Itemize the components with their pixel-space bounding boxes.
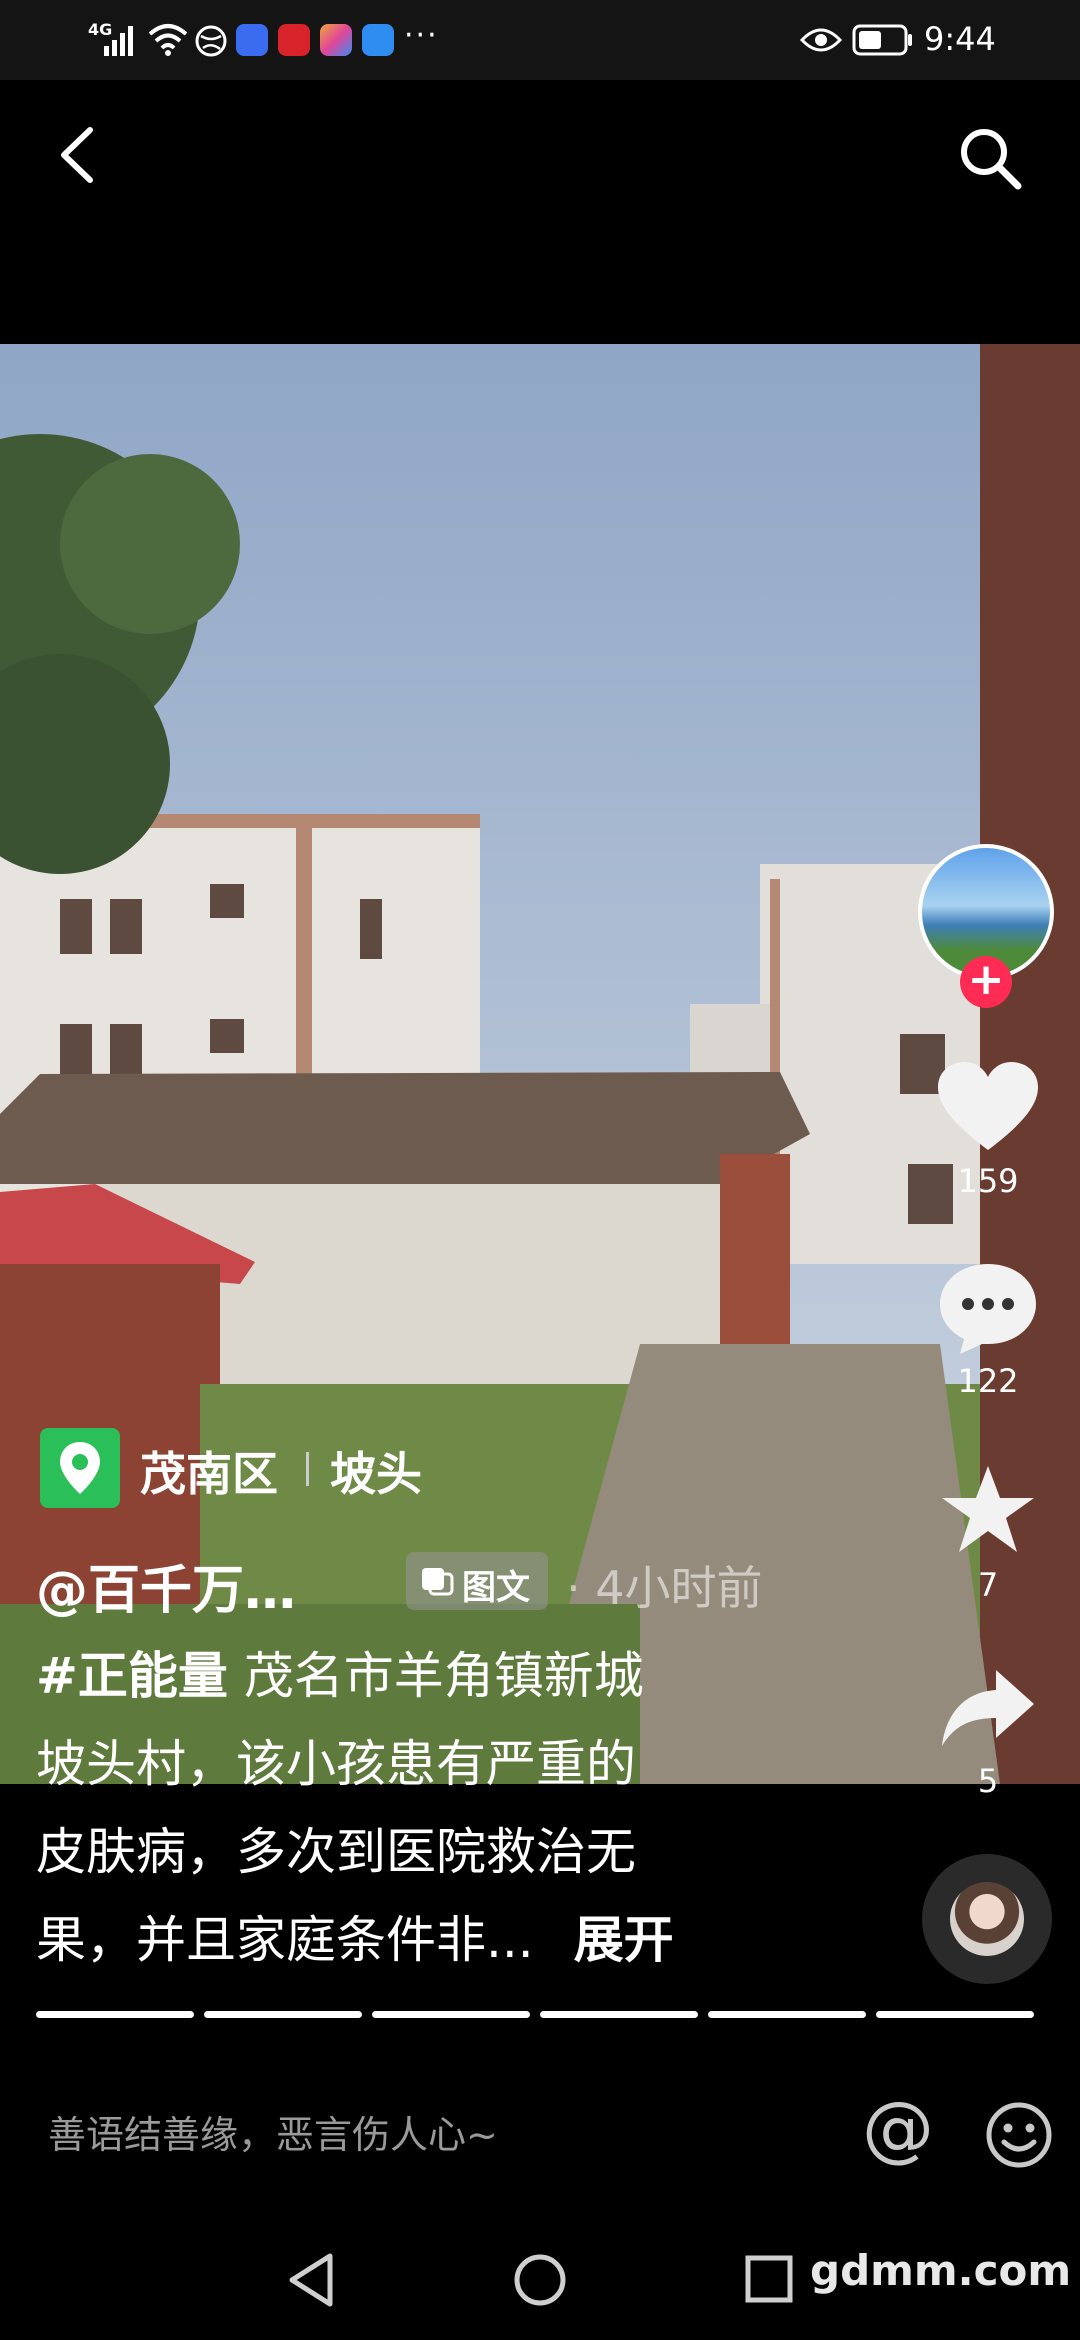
location-divider [306, 1452, 309, 1486]
top-nav [0, 80, 1080, 260]
comment-icon[interactable] [938, 1260, 1038, 1356]
author-name[interactable]: @百千万… [36, 1548, 296, 1623]
mention-button[interactable]: @ [862, 2086, 934, 2170]
favorite-count: 7 [977, 1566, 999, 1604]
heart-icon[interactable] [938, 1062, 1038, 1154]
signal-icon [104, 26, 133, 56]
search-icon[interactable] [956, 124, 1026, 194]
wifi-icon [148, 24, 188, 56]
post-time: · 4小时前 [566, 1561, 763, 1615]
post-type-label: 图文 [462, 1568, 530, 1608]
location-district: 茂南区 [140, 1447, 278, 1501]
comment-count: 122 [957, 1362, 1019, 1400]
back-triangle-icon[interactable] [284, 2250, 338, 2310]
star-icon[interactable] [940, 1462, 1036, 1556]
battery-icon [852, 24, 912, 56]
app-icon-news [278, 24, 310, 56]
description-line1: 茂名市羊角镇新城 [227, 1647, 644, 1705]
music-disc[interactable] [922, 1854, 1052, 1984]
post-description[interactable]: #正能量 茂名市羊角镇新城 坡头村，该小孩患有严重的 皮肤病，多次到医院救治无 … [36, 1632, 896, 1984]
location-pin-icon [40, 1428, 120, 1508]
comment-input[interactable]: 善语结善缘，恶言伤人心~ [48, 2104, 498, 2159]
progress-segment-4 [540, 2011, 698, 2018]
eye-icon [800, 28, 842, 52]
watermark: gdmm.com [810, 2246, 1072, 2295]
app-icon-gallery [320, 24, 352, 56]
home-circle-icon[interactable] [512, 2252, 568, 2308]
hashtag[interactable]: #正能量 [36, 1647, 228, 1705]
system-nav-bar: gdmm.com [0, 2220, 1080, 2340]
music-disc-avatar [950, 1882, 1024, 1956]
progress-segment-1 [36, 2011, 194, 2018]
post-type-badge: 图文 [406, 1552, 548, 1610]
comment-bar: 善语结善缘，恶言伤人心~ @ [0, 2080, 1080, 2180]
progress-segment-6 [876, 2011, 1034, 2018]
share-icon[interactable] [940, 1668, 1036, 1748]
chevron-left-icon[interactable] [54, 124, 100, 186]
more-notifications: ··· [404, 18, 439, 53]
app-icon-weather [362, 24, 394, 56]
expand-button[interactable]: 展开 [574, 1911, 674, 1969]
emoji-icon[interactable] [984, 2100, 1054, 2170]
globe-icon [195, 25, 227, 57]
progress-segment-5 [708, 2011, 866, 2018]
progress-segment-3 [372, 2011, 530, 2018]
clock: 9:44 [924, 20, 996, 58]
recents-square-icon[interactable] [744, 2254, 794, 2304]
status-bar: 4G ··· 9:44 [0, 0, 1080, 80]
description-line2: 坡头村，该小孩患有严重的 [36, 1735, 636, 1793]
follow-plus-button[interactable]: + [960, 956, 1012, 1008]
description-line4: 果，并且家庭条件非... [36, 1911, 534, 1969]
description-line3: 皮肤病，多次到医院救治无 [36, 1823, 636, 1881]
share-count: 5 [977, 1762, 999, 1800]
image-text-icon [422, 1568, 454, 1596]
like-count: 159 [957, 1162, 1019, 1200]
app-icon-music [236, 24, 268, 56]
location-place: 坡头 [330, 1447, 422, 1501]
progress-segment-2 [204, 2011, 362, 2018]
